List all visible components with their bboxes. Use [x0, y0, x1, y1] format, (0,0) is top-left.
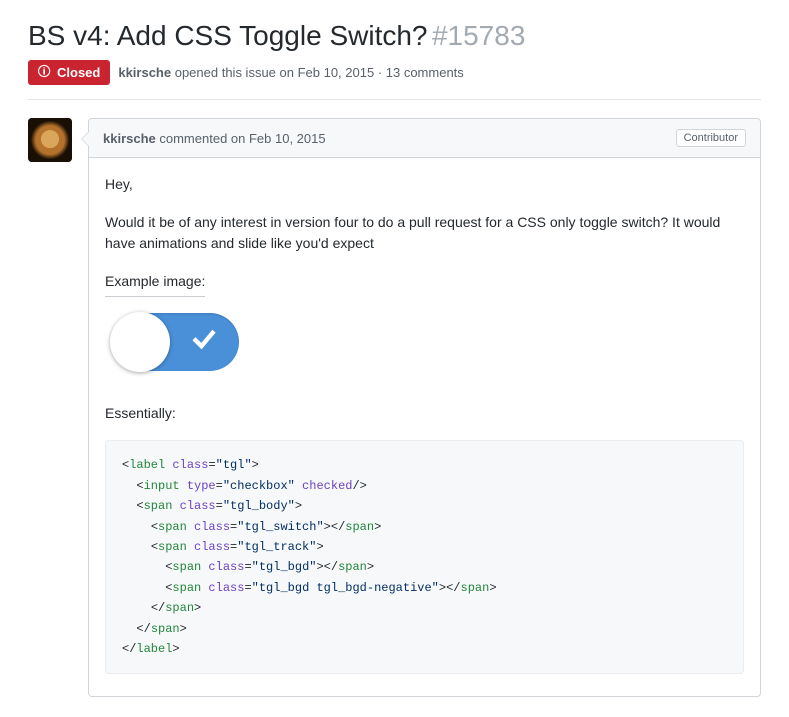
body-para1: Would it be of any interest in version f… — [105, 212, 744, 255]
avatar-image — [28, 118, 72, 162]
body-greeting: Hey, — [105, 174, 744, 196]
example-caption: Example image: — [105, 271, 205, 297]
issue-opener[interactable]: kkirsche — [118, 65, 171, 80]
issue-title-row: BS v4: Add CSS Toggle Switch? #15783 — [28, 20, 761, 52]
code-block: <label class="tgl"> <input type="checkbo… — [105, 440, 744, 674]
issue-number: #15783 — [432, 20, 525, 51]
state-badge: Closed — [28, 60, 110, 85]
issue-meta-text: kkirsche opened this issue on Feb 10, 20… — [118, 65, 463, 80]
comment-header-left: kkirsche commented on Feb 10, 2015 — [103, 131, 326, 146]
issue-closed-icon — [38, 64, 52, 81]
comment-box: kkirsche commented on Feb 10, 2015 Contr… — [88, 118, 761, 697]
body-essentially: Essentially: — [105, 403, 744, 425]
comment-action: commented on Feb 10, 2015 — [156, 131, 326, 146]
comment-thread: kkirsche commented on Feb 10, 2015 Contr… — [28, 118, 761, 697]
check-icon — [189, 323, 219, 360]
issue-meta: Closed kkirsche opened this issue on Feb… — [28, 60, 761, 100]
toggle-knob — [110, 312, 170, 372]
issue-meta-rest: opened this issue on Feb 10, 2015 · 13 c… — [171, 65, 464, 80]
toggle-example-image — [111, 313, 239, 371]
state-label: Closed — [57, 65, 100, 80]
comment-author[interactable]: kkirsche — [103, 131, 156, 146]
comment-body: Hey, Would it be of any interest in vers… — [89, 158, 760, 696]
comment-header: kkirsche commented on Feb 10, 2015 Contr… — [89, 119, 760, 158]
avatar[interactable] — [28, 118, 72, 162]
issue-title[interactable]: BS v4: Add CSS Toggle Switch? — [28, 20, 428, 51]
role-badge: Contributor — [676, 129, 746, 147]
